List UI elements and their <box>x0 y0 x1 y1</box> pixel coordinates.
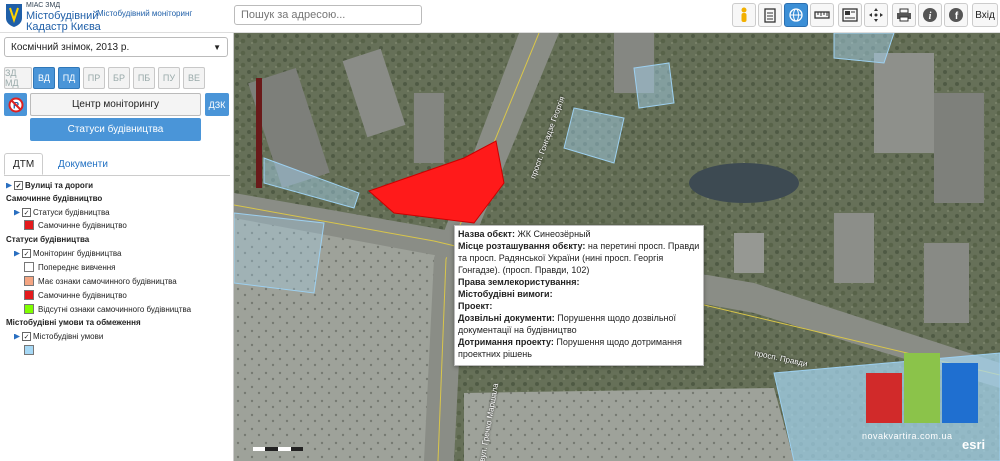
street-view-button[interactable] <box>732 3 756 27</box>
tree-row-monitoring[interactable]: ✓ Моніторинг будівництва <box>14 249 121 258</box>
full-extent-button[interactable] <box>864 3 888 27</box>
novakvartira-logo <box>866 353 978 423</box>
tree-row-mistobud-group: Містобудівні умови та обмеження <box>6 318 141 327</box>
legend-item-no-signs: Відсутні ознаки самочинного будівництва <box>24 304 191 314</box>
monitoring-center-button[interactable]: Центр моніторингу <box>30 93 201 116</box>
expand-icon <box>14 250 20 257</box>
popup-permits-label: Дозвільні документи: <box>458 313 555 323</box>
print-layout-icon <box>842 8 858 22</box>
tree-row-statusy-group: Статуси будівництва <box>6 235 90 244</box>
legend-swatch-salmon <box>24 276 34 286</box>
construction-status-button[interactable]: Статуси будівництва <box>30 118 201 141</box>
svg-text:i: i <box>929 11 932 22</box>
checkbox-checked-icon[interactable]: ✓ <box>22 208 31 217</box>
ruler-icon <box>814 11 830 19</box>
checkbox-checked-icon[interactable]: ✓ <box>14 181 23 190</box>
legend-item-mistobud <box>24 345 38 355</box>
no-parking-icon: P <box>8 97 23 112</box>
popup-compliance-label: Дотримання проекту: <box>458 337 554 347</box>
basemap-select[interactable]: Космічний знімок, 2013 р. ▼ <box>4 37 228 57</box>
esri-logo: esri <box>962 437 986 452</box>
legend-item-unauthorized: Самочинне будівництво <box>24 290 127 300</box>
no-parking-toggle[interactable]: P <box>4 93 27 116</box>
address-search-input[interactable] <box>234 5 422 25</box>
crosshair-icon <box>869 8 883 22</box>
layer-button-4[interactable]: БР <box>108 67 130 89</box>
scale-bar <box>253 438 303 451</box>
facebook-icon: f <box>949 8 963 22</box>
info-icon: i <box>923 8 937 22</box>
legend-swatch-red <box>24 220 34 230</box>
print-layout-button[interactable] <box>838 3 862 27</box>
layer-button-6[interactable]: ПУ <box>158 67 180 89</box>
measure-button[interactable] <box>810 3 834 27</box>
login-button[interactable]: Вхід <box>972 3 998 27</box>
legend-button[interactable] <box>758 3 782 27</box>
feature-popup: Назва обєкт: ЖК Синеозёрный Місце розташ… <box>454 225 704 366</box>
zoom-slider[interactable] <box>256 78 262 188</box>
expand-icon <box>6 182 12 189</box>
print-button[interactable] <box>892 3 916 27</box>
expand-icon <box>14 333 20 340</box>
legend-swatch-lightblue <box>24 345 34 355</box>
expand-icon <box>14 209 20 216</box>
layer-button-1[interactable]: ВД <box>33 67 55 89</box>
brand-line2: Кадастр Києва <box>26 21 101 33</box>
popup-name-value: ЖК Синеозёрный <box>517 229 591 239</box>
legend-item-has-signs: Має ознаки самочинного будівництва <box>24 276 177 286</box>
kyiv-logo-icon <box>6 4 22 27</box>
layer-button-5[interactable]: ПБ <box>133 67 155 89</box>
tab-documents[interactable]: Документи <box>50 153 116 175</box>
popup-location-label: Місце розташування обєкту: <box>458 241 586 251</box>
legend-item-samochynne: Самочинне будівництво <box>24 220 127 230</box>
popup-land-label: Права землекористування: <box>458 277 580 287</box>
clipboard-icon <box>764 8 776 23</box>
printer-icon <box>897 8 911 22</box>
basemap-select-value: Космічний знімок, 2013 р. <box>11 41 130 53</box>
facebook-button[interactable]: f <box>944 3 968 27</box>
checkbox-checked-icon[interactable]: ✓ <box>22 249 31 258</box>
layer-button-3[interactable]: ПР <box>83 67 105 89</box>
sidebar-tabs: ДТМ Документи <box>4 153 230 176</box>
globe-icon <box>789 8 803 22</box>
legend-swatch-green <box>24 304 34 314</box>
popup-name-label: Назва обєкт: <box>458 229 515 239</box>
basemap-button[interactable] <box>784 3 808 27</box>
tab-dtm[interactable]: ДТМ <box>4 153 44 175</box>
tree-row-mistobud[interactable]: ✓ Містобудівні умови <box>14 332 103 341</box>
info-button[interactable]: i <box>918 3 942 27</box>
legend-swatch-white <box>24 262 34 272</box>
watermark: novakvartira.com.ua <box>862 431 953 441</box>
chevron-down-icon: ▼ <box>213 42 221 52</box>
sidebar: Космічний знімок, 2013 р. ▼ ЗД МД ВД ПД ПР Б… <box>0 33 234 461</box>
app-header: МІАС ЗМД Містобудівний Кадастр Києва Міс… <box>0 0 1000 33</box>
legend-swatch-red <box>24 290 34 300</box>
brand: МІАС ЗМД Містобудівний Кадастр Києва <box>26 1 101 33</box>
dzk-button[interactable]: ДЗК <box>205 93 229 116</box>
tree-row-samochynne-group: Самочинне будівництво <box>6 194 103 203</box>
layer-button-0[interactable]: ЗД МД <box>4 67 32 89</box>
layer-button-7[interactable]: ВЕ <box>183 67 205 89</box>
legend-item-preliminary: Попереднє вивчення <box>24 262 116 272</box>
layer-button-2[interactable]: ПД <box>58 67 80 89</box>
popup-requirements-label: Містобудівні вимоги: <box>458 289 553 299</box>
app-subtitle: Містобудівний моніторинг <box>97 9 193 18</box>
tree-row-streets[interactable]: ✓ Вулиці та дороги <box>6 181 93 190</box>
popup-project-label: Проект: <box>458 301 493 311</box>
person-icon <box>741 7 747 22</box>
tree-row-samochynne-sub[interactable]: ✓ Статуси будівництва <box>14 208 110 217</box>
checkbox-checked-icon[interactable]: ✓ <box>22 332 31 341</box>
